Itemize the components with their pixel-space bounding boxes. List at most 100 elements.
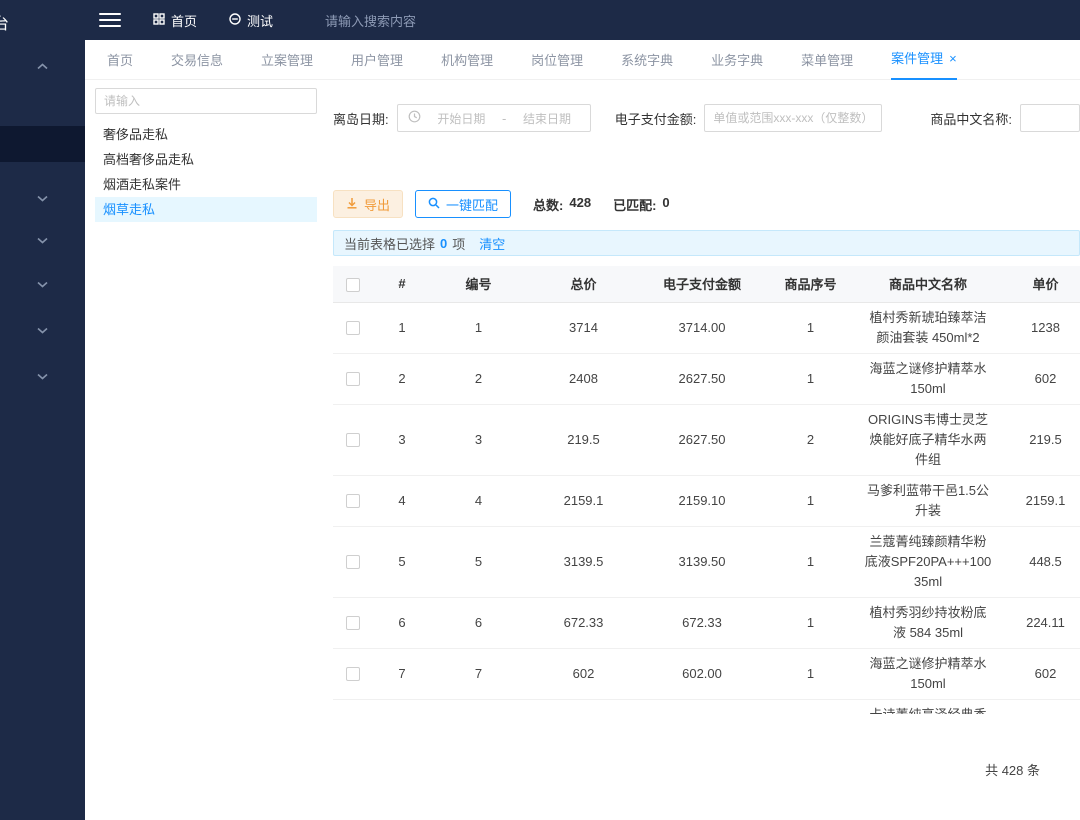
selection-suffix: 项 [452,234,465,253]
selection-prefix: 当前表格已选择 [344,234,435,253]
cell-total [526,699,641,714]
table-row[interactable]: 2 2 2408 2627.50 1 海蓝之谜修护精萃水 150ml 602 [333,353,1080,404]
tab-biz-dict[interactable]: 业务字典 [711,50,763,69]
selection-info-bar: 当前表格已选择 0 项 清空 [333,230,1080,256]
search-icon [428,197,440,212]
export-button[interactable]: 导出 [333,190,403,218]
cell-epay: 2159.10 [641,475,763,526]
table-row[interactable]: 8 8 卡诗菁纯亮泽经典香氛 [333,699,1080,714]
brand-text: 台 [0,10,10,34]
cell-code: 2 [431,353,526,404]
list-item[interactable]: 奢侈品走私 [95,122,317,147]
list-item[interactable]: 高档奢侈品走私 [95,147,317,172]
download-icon [346,197,358,212]
table-row[interactable]: 3 3 219.5 2627.50 2 ORIGINS韦博士灵芝焕能好底子精华水… [333,404,1080,475]
tab-home[interactable]: 首页 [107,50,133,69]
case-type-panel: 奢侈品走私 高档奢侈品走私 烟酒走私案件 烟草走私 [95,80,317,819]
sidebar-active-item[interactable] [0,126,85,162]
cell-name: ORIGINS韦博士灵芝焕能好底子精华水两件组 [858,404,998,475]
tab-user-mgmt[interactable]: 用户管理 [351,50,403,69]
cell-code: 1 [431,302,526,353]
matched-label: 已匹配: [613,195,656,214]
nav-home[interactable]: 首页 [153,11,197,30]
col-unit-price: 单价 [998,266,1080,302]
clock-icon [408,110,421,126]
col-product-seq: 商品序号 [763,266,858,302]
row-checkbox[interactable] [346,372,360,386]
cell-name: 兰蔻菁纯臻颜精华粉底液SPF20PA+++100 35ml [858,526,998,597]
row-checkbox[interactable] [346,616,360,630]
case-search-input[interactable] [95,88,317,114]
tab-org-mgmt[interactable]: 机构管理 [441,50,493,69]
nav-test-label: 测试 [247,11,273,30]
select-all-checkbox[interactable] [346,278,360,292]
tab-case-filing[interactable]: 立案管理 [261,50,313,69]
table-row[interactable]: 5 5 3139.5 3139.50 1 兰蔻菁纯臻颜精华粉底液SPF20PA+… [333,526,1080,597]
chevron-down-icon[interactable] [0,320,85,340]
cell-total: 2408 [526,353,641,404]
row-checkbox[interactable] [346,433,360,447]
cell-code: 4 [431,475,526,526]
results-table: # 编号 总价 电子支付金额 商品序号 商品中文名称 单价 [333,266,1080,714]
main-area: 首页 交易信息 立案管理 用户管理 机构管理 岗位管理 系统字典 业务字典 菜单… [85,40,1080,820]
cell-epay: 2627.50 [641,404,763,475]
sidebar: 台 [0,0,85,820]
cell-unit [998,699,1080,714]
cell-total: 3714 [526,302,641,353]
start-date-placeholder: 开始日期 [429,110,494,127]
cell-unit: 224.11 [998,597,1080,648]
content: 奢侈品走私 高档奢侈品走私 烟酒走私案件 烟草走私 离岛日期: 开始日期 [85,80,1080,819]
chevron-down-icon[interactable] [0,188,85,208]
tab-menu-mgmt[interactable]: 菜单管理 [801,50,853,69]
amount-input[interactable] [704,104,882,132]
cell-epay: 602.00 [641,648,763,699]
cell-unit: 219.5 [998,404,1080,475]
row-checkbox[interactable] [346,321,360,335]
cell-index: 8 [373,699,431,714]
cell-epay: 2627.50 [641,353,763,404]
tab-post-mgmt[interactable]: 岗位管理 [531,50,583,69]
cell-unit: 1238 [998,302,1080,353]
table-row[interactable]: 1 1 3714 3714.00 1 植村秀新琥珀臻萃洁颜油套装 450ml*2… [333,302,1080,353]
cell-name: 海蓝之谜修护精萃水 150ml [858,353,998,404]
one-click-match-button[interactable]: 一键匹配 [415,190,511,218]
results-table-wrap: # 编号 总价 电子支付金额 商品序号 商品中文名称 单价 [333,266,1080,714]
cell-code: 7 [431,648,526,699]
cell-total: 219.5 [526,404,641,475]
chevron-down-icon[interactable] [0,274,85,294]
cell-name: 植村秀羽纱持妆粉底液 584 35ml [858,597,998,648]
list-item-selected[interactable]: 烟草走私 [95,197,317,222]
chevron-up-icon[interactable] [0,56,85,76]
table-row[interactable]: 7 7 602 602.00 1 海蓝之谜修护精萃水 150ml 602 [333,648,1080,699]
table-header-row: # 编号 总价 电子支付金额 商品序号 商品中文名称 单价 [333,266,1080,302]
work-panel: 离岛日期: 开始日期 - 结束日期 电子支付金额: 商品中文名 [317,80,1080,819]
row-checkbox[interactable] [346,667,360,681]
menu-toggle-icon[interactable] [99,9,121,31]
chevron-down-icon[interactable] [0,366,85,386]
cell-index: 2 [373,353,431,404]
tab-trade-info[interactable]: 交易信息 [171,50,223,69]
tab-case-mgmt[interactable]: 案件管理 × [891,40,957,80]
date-range-picker[interactable]: 开始日期 - 结束日期 [397,104,591,132]
cell-name: 植村秀新琥珀臻萃洁颜油套装 450ml*2 [858,302,998,353]
global-search-input[interactable]: 请输入搜索内容 [325,11,416,30]
amount-filter-label: 电子支付金额: [615,109,697,128]
nav-test[interactable]: 测试 [229,11,273,30]
table-row[interactable]: 6 6 672.33 672.33 1 植村秀羽纱持妆粉底液 584 35ml … [333,597,1080,648]
name-filter-label: 商品中文名称: [930,109,1012,128]
minus-circle-icon [229,13,241,28]
row-checkbox[interactable] [346,494,360,508]
cell-epay: 672.33 [641,597,763,648]
cell-code: 5 [431,526,526,597]
close-icon[interactable]: × [949,40,957,78]
tab-sys-dict[interactable]: 系统字典 [621,50,673,69]
matched-value: 0 [662,195,669,214]
chevron-down-icon[interactable] [0,230,85,250]
table-row[interactable]: 4 4 2159.1 2159.10 1 马爹利蓝带干邑1.5公升装 2159.… [333,475,1080,526]
row-checkbox[interactable] [346,555,360,569]
col-code: 编号 [431,266,526,302]
list-item[interactable]: 烟酒走私案件 [95,172,317,197]
clear-selection-link[interactable]: 清空 [479,234,505,253]
product-name-input[interactable] [1020,104,1080,132]
cell-name: 卡诗菁纯亮泽经典香氛 [858,699,998,714]
